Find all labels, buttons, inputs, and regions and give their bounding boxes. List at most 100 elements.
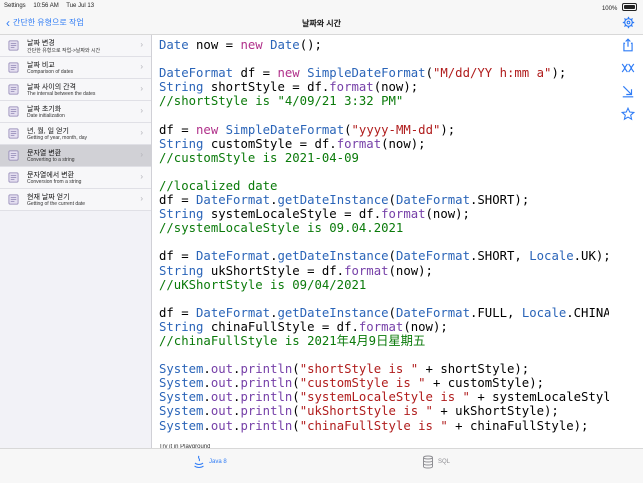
code-token: System: [159, 390, 204, 405]
code-token: //shortStyle is "4/09/21 3:32 PM": [159, 94, 404, 109]
code-token: chinaFullStyle = df.: [203, 319, 359, 334]
code-token: "systemLocaleStyle is ": [299, 390, 470, 405]
sidebar-item[interactable]: 날짜 변경 간단한 유형으로 작업->날짜와 시간 ›: [0, 35, 151, 57]
code-token: println: [240, 418, 293, 433]
code-token: Locale: [521, 305, 567, 320]
code-token: out: [210, 362, 234, 377]
code-token: DateFormat: [159, 66, 234, 81]
code-token: format: [381, 207, 426, 222]
sidebar-item[interactable]: 현재 날짜 얻기 Getting of the current date ›: [0, 189, 151, 211]
sidebar-item[interactable]: 문자열에서 변환 Conversion from a string ›: [0, 167, 151, 189]
code-token: format: [344, 263, 389, 278]
code-token: (now);: [403, 319, 448, 334]
status-carrier: Settings: [4, 3, 26, 9]
sidebar-item[interactable]: 날짜 초기화 Date initialization ›: [0, 101, 151, 123]
code-token: out: [210, 404, 234, 419]
code-token: (: [388, 193, 396, 208]
document-icon: [8, 128, 19, 139]
chevron-right-icon: ›: [140, 84, 143, 93]
document-icon: [8, 172, 19, 183]
java-icon: [194, 455, 204, 468]
code-token: .SHORT);: [470, 193, 530, 208]
code-token: now =: [188, 38, 241, 52]
share-icon[interactable]: [621, 38, 635, 52]
code-line: //uKShortStyle is 09/04/2021: [159, 278, 609, 292]
star-icon[interactable]: [621, 107, 635, 121]
code-token: Date: [159, 38, 189, 52]
code-token: System: [159, 362, 204, 377]
code-token: DateFormat: [196, 193, 271, 208]
download-icon[interactable]: [621, 84, 635, 98]
code-token: .: [203, 404, 211, 419]
code-line: df = DateFormat.getDateInstance(DateForm…: [159, 249, 609, 263]
code-line: System.out.println("ukShortStyle is " + …: [159, 404, 609, 418]
code-token: //localized date: [159, 178, 278, 193]
code-token: ();: [299, 38, 322, 52]
code-line: System.out.println("systemLocaleStyle is…: [159, 390, 609, 404]
code-token: (now);: [373, 80, 419, 95]
code-token: System: [159, 418, 204, 433]
sidebar-item-subtitle: Date initialization: [27, 113, 65, 119]
code-token: DateFormat: [395, 193, 470, 208]
chevron-right-icon: ›: [140, 194, 143, 203]
code-token: (: [388, 305, 396, 320]
code-token: );: [551, 66, 567, 81]
document-icon: [8, 84, 19, 95]
sidebar-item-subtitle: Getting of the current date: [27, 201, 86, 207]
code-token: .: [203, 418, 211, 433]
code-token: (now);: [381, 136, 426, 151]
gear-icon[interactable]: [622, 16, 635, 29]
code-token: System: [159, 404, 204, 419]
document-icon: [8, 106, 19, 117]
sidebar-item[interactable]: 날짜 사이의 간격 The interval between the dates ›: [0, 79, 151, 101]
status-date: Tue Jul 13: [66, 3, 95, 9]
code-line: //customStyle is 2021-04-09: [159, 151, 609, 165]
code-token: DateFormat: [395, 305, 470, 320]
sidebar-item[interactable]: 문자열 변환 Converting to a string ›: [0, 145, 151, 167]
code-token: + systemLocaleStyle);: [477, 390, 609, 405]
code-token: "chinaFullStyle is ": [299, 418, 448, 433]
code-token: String: [159, 207, 204, 222]
chevron-right-icon: ›: [140, 172, 143, 181]
code-line: String ukShortStyle = df.format(now);: [159, 264, 609, 278]
tab-sql-label: SQL: [438, 459, 451, 465]
code-token: .: [203, 376, 211, 391]
code-token: "ukShortStyle is ": [299, 404, 433, 419]
code-token: "customStyle is ": [299, 376, 426, 391]
code-token: new: [196, 122, 219, 137]
code-line: //shortStyle is "4/09/21 3:32 PM": [159, 94, 609, 108]
code-token: "M/dd/YY h:mm a": [432, 66, 552, 81]
page-title: 날짜와 시간: [301, 19, 342, 28]
code-token: .FULL,: [470, 305, 522, 320]
code-line: String shortStyle = df.format(now);: [159, 80, 609, 94]
code-token: (: [292, 390, 300, 405]
code-token: //chinaFullStyle is 2021年4月9日星期五: [159, 333, 426, 348]
code-token: String: [159, 136, 204, 151]
code-token: .: [203, 390, 211, 405]
sidebar-item[interactable]: 년, 월, 일 얻기 Getting of year, month, day ›: [0, 123, 151, 145]
sidebar-item-subtitle: Converting to a string: [27, 157, 75, 163]
code-line: Date now = new Date();: [159, 38, 609, 52]
collapse-code-icon[interactable]: [621, 61, 635, 75]
code-token: + shortStyle);: [418, 362, 530, 377]
code-line: DateFormat df = new SimpleDateFormat("M/…: [159, 66, 609, 80]
code-line: String chinaFullStyle = df.format(now);: [159, 320, 609, 334]
code-token: SimpleDateFormat: [225, 122, 345, 137]
code-line: String customStyle = df.format(now);: [159, 137, 609, 151]
tab-sql[interactable]: SQL: [422, 455, 450, 469]
chevron-right-icon: ›: [140, 40, 143, 49]
code-line: df = DateFormat.getDateInstance(DateForm…: [159, 306, 609, 320]
tab-java8[interactable]: Java 8: [193, 455, 227, 469]
code-token: .: [203, 362, 211, 377]
chevron-right-icon: ›: [140, 150, 143, 159]
sidebar-item[interactable]: 날짜 비교 Comparison of dates ›: [0, 57, 151, 79]
code-token: .CHINA);: [566, 305, 609, 320]
code-token: + chinaFullStyle);: [447, 418, 589, 433]
database-icon: [423, 455, 433, 469]
document-icon: [8, 150, 19, 161]
